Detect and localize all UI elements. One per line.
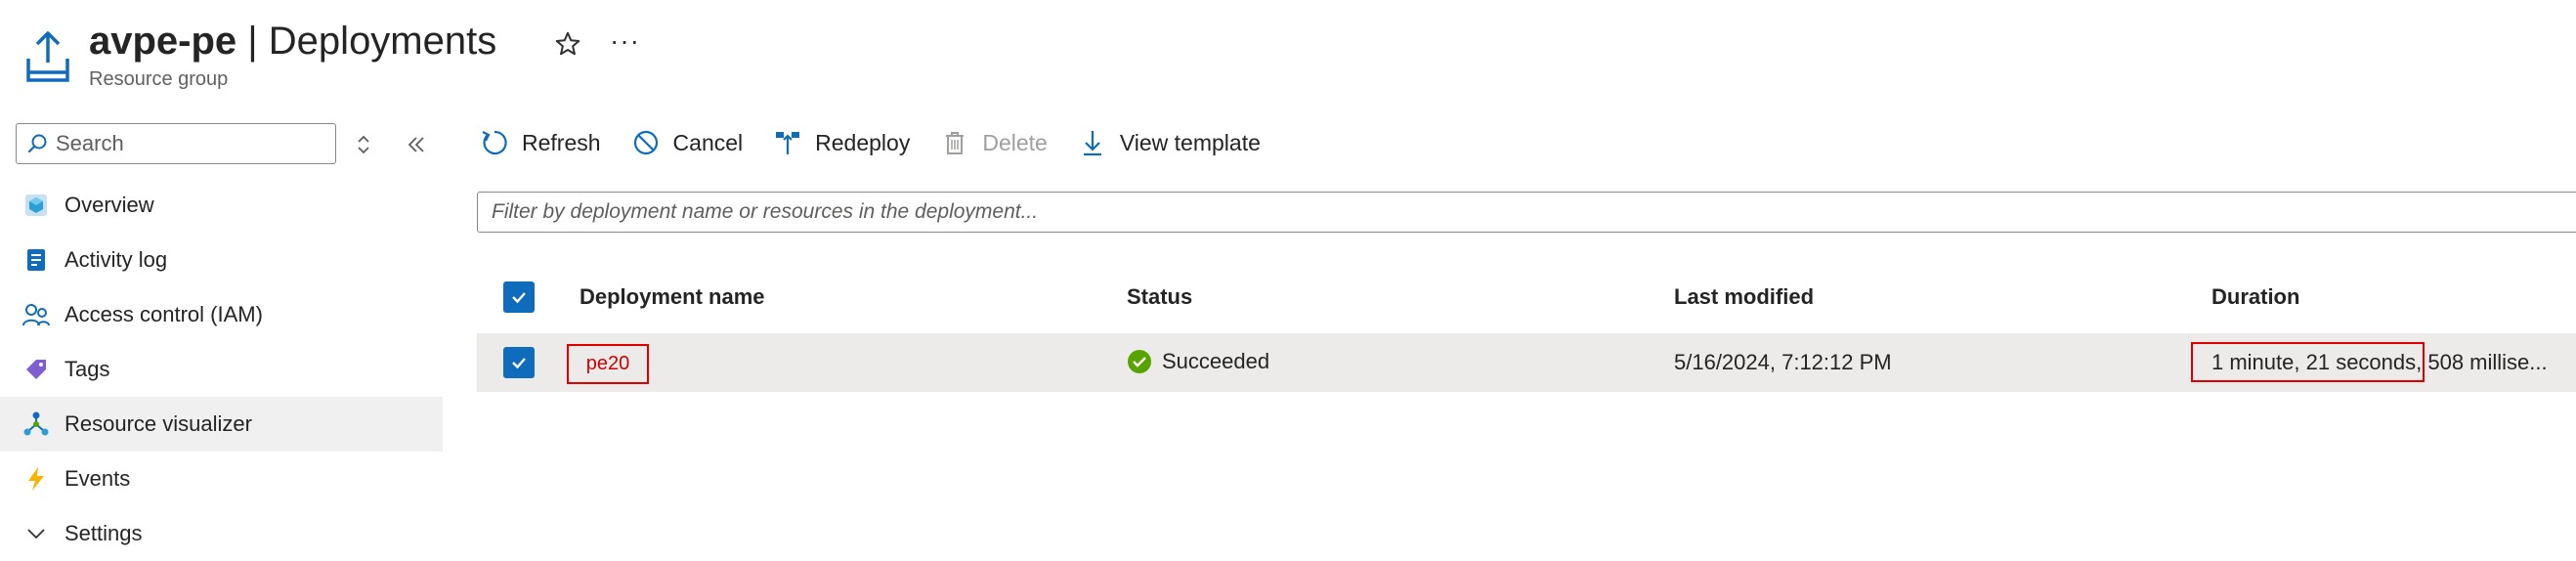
chevron-down-icon bbox=[21, 519, 51, 548]
lightning-icon bbox=[21, 464, 51, 494]
checkmark-icon bbox=[512, 358, 526, 369]
duration-cell: 1 minute, 21 seconds, 508 millise... bbox=[2211, 350, 2548, 375]
tag-icon bbox=[21, 355, 51, 384]
refresh-button[interactable]: Refresh bbox=[479, 127, 601, 158]
title-separator: | bbox=[236, 20, 269, 63]
iam-icon bbox=[21, 300, 51, 329]
duration-highlight-text: 1 minute, 21 seconds bbox=[2211, 350, 2417, 374]
sidebar-item-label: Settings bbox=[64, 521, 143, 545]
redeploy-icon bbox=[772, 127, 803, 158]
activity-log-icon bbox=[21, 245, 51, 275]
delete-button[interactable]: Delete bbox=[939, 127, 1048, 158]
column-header-last-modified[interactable]: Last modified bbox=[1674, 284, 1814, 310]
sidebar-item-label: Events bbox=[64, 466, 131, 491]
sidebar-item-activity-log[interactable]: Activity log bbox=[0, 233, 443, 287]
more-icon[interactable]: ··· bbox=[610, 25, 640, 57]
star-icon[interactable] bbox=[553, 29, 582, 59]
refresh-label: Refresh bbox=[522, 129, 601, 155]
search-input[interactable] bbox=[56, 131, 320, 156]
sidebar-item-settings[interactable]: Settings bbox=[0, 506, 443, 561]
trash-icon bbox=[939, 127, 970, 158]
page-subtitle: Resource group bbox=[89, 68, 229, 90]
sidebar: Overview Activity log Access control (IA… bbox=[0, 113, 443, 560]
sidebar-item-overview[interactable]: Overview bbox=[0, 178, 443, 233]
sidebar-item-tags[interactable]: Tags bbox=[0, 342, 443, 397]
sidebar-item-label: Resource visualizer bbox=[64, 411, 252, 436]
overview-icon bbox=[21, 191, 51, 220]
view-template-label: View template bbox=[1119, 129, 1261, 155]
download-icon bbox=[1077, 127, 1108, 158]
sidebar-item-label: Tags bbox=[64, 357, 110, 381]
redeploy-label: Redeploy bbox=[815, 129, 911, 155]
sidebar-item-iam[interactable]: Access control (IAM) bbox=[0, 287, 443, 342]
search-icon bbox=[27, 134, 47, 153]
sidebar-item-label: Access control (IAM) bbox=[64, 302, 263, 326]
status-text: Succeeded bbox=[1162, 349, 1270, 373]
view-template-button[interactable]: View template bbox=[1077, 127, 1261, 158]
page-title-text: Deployments bbox=[268, 20, 497, 63]
collapse-sidebar-icon[interactable] bbox=[405, 133, 428, 156]
status-cell: Succeeded bbox=[1127, 349, 1269, 374]
column-header-duration[interactable]: Duration bbox=[2211, 284, 2299, 310]
last-modified-cell: 5/16/2024, 7:12:12 PM bbox=[1674, 350, 1892, 374]
column-header-status[interactable]: Status bbox=[1127, 284, 1192, 310]
title-block: avpe-pe | Deployments Resource group bbox=[89, 16, 496, 91]
command-bar: Refresh Cancel Redeploy Delete View temp… bbox=[479, 123, 1290, 162]
redeploy-button[interactable]: Redeploy bbox=[772, 127, 910, 158]
resource-group-icon bbox=[26, 31, 69, 82]
sidebar-search[interactable] bbox=[16, 123, 336, 164]
sidebar-item-events[interactable]: Events bbox=[0, 452, 443, 506]
duration-rest-text: , 508 millise... bbox=[2416, 350, 2548, 374]
visualizer-icon bbox=[21, 410, 51, 439]
delete-label: Delete bbox=[982, 129, 1048, 155]
success-icon bbox=[1128, 350, 1151, 373]
page-title: avpe-pe | Deployments bbox=[89, 16, 496, 66]
cancel-button[interactable]: Cancel bbox=[630, 127, 744, 158]
column-header-name[interactable]: Deployment name bbox=[580, 284, 765, 310]
deployment-name-link[interactable]: pe20 bbox=[567, 344, 649, 384]
page-header: avpe-pe | Deployments Resource group ··· bbox=[0, 0, 2576, 108]
select-all-checkbox[interactable] bbox=[503, 281, 535, 313]
sidebar-item-label: Overview bbox=[64, 193, 154, 217]
filter-input[interactable] bbox=[492, 200, 2251, 224]
checkmark-icon bbox=[512, 292, 526, 304]
cancel-label: Cancel bbox=[672, 129, 744, 155]
cancel-icon bbox=[630, 127, 662, 158]
resource-name: avpe-pe bbox=[89, 20, 237, 63]
sidebar-item-resource-visualizer[interactable]: Resource visualizer bbox=[0, 397, 443, 452]
row-checkbox[interactable] bbox=[503, 347, 535, 378]
expand-collapse-icon[interactable] bbox=[354, 133, 373, 156]
sidebar-item-label: Activity log bbox=[64, 247, 168, 272]
refresh-icon bbox=[479, 127, 510, 158]
deployment-filter[interactable] bbox=[477, 192, 2576, 233]
